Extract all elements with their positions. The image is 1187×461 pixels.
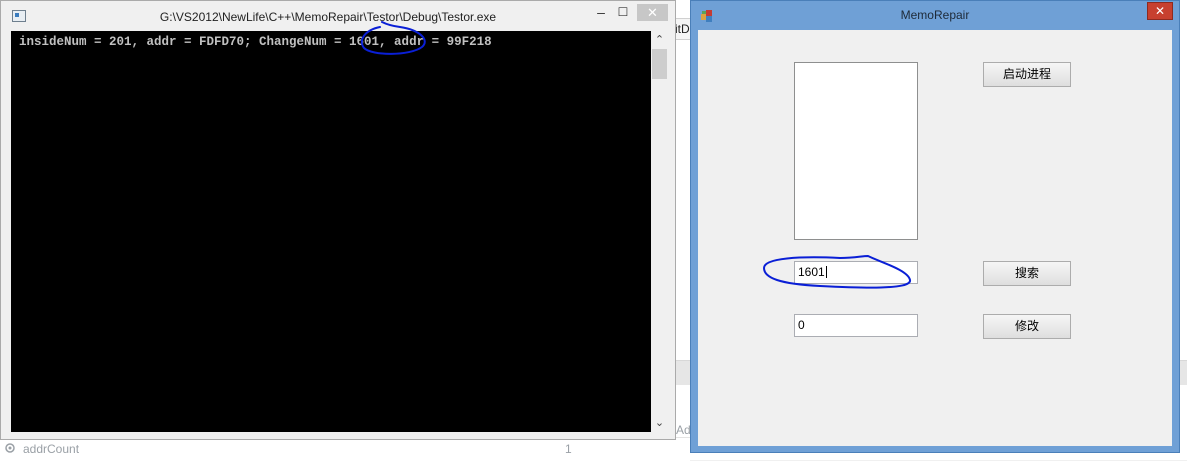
chevron-up-icon[interactable]: ⌃	[651, 33, 668, 47]
console-scrollbar[interactable]: ⌃ ⌄	[651, 31, 668, 432]
chevron-down-icon[interactable]: ⌄	[651, 416, 668, 430]
status-label: addrCount	[23, 442, 80, 456]
text-caret	[825, 266, 827, 278]
property-icon	[5, 443, 15, 453]
close-button[interactable]: ✕	[637, 4, 668, 21]
maximize-button[interactable]: ☐	[613, 4, 633, 20]
process-listbox[interactable]	[794, 62, 918, 240]
modify-input[interactable]: 0	[794, 314, 918, 337]
console-output[interactable]: insideNum = 201, addr = FDFD70; ChangeNu…	[11, 31, 651, 432]
dialog-title: MemoRepair	[900, 8, 970, 22]
search-input-value: 1601	[798, 265, 825, 279]
memorepair-dialog: MemoRepair ✕ 启动进程 1601 搜索 0 修改	[690, 0, 1180, 453]
console-title-bar[interactable]: G:\VS2012\NewLife\C++\MemoRepair\Testor\…	[1, 1, 675, 31]
modify-input-value: 0	[798, 318, 805, 332]
search-input[interactable]: 1601	[794, 261, 918, 284]
console-window: G:\VS2012\NewLife\C++\MemoRepair\Testor\…	[0, 0, 676, 440]
search-button[interactable]: 搜索	[983, 261, 1071, 286]
start-process-button[interactable]: 启动进程	[983, 62, 1071, 87]
scrollbar-thumb[interactable]	[652, 49, 667, 79]
status-value: 1	[565, 442, 572, 456]
console-output-line: insideNum = 201, addr = FDFD70; ChangeNu…	[19, 35, 492, 49]
dialog-close-button[interactable]: ✕	[1147, 2, 1173, 20]
modify-button[interactable]: 修改	[983, 314, 1071, 339]
dialog-client-area: 启动进程 1601 搜索 0 修改	[698, 30, 1172, 446]
minimize-button[interactable]: –	[591, 4, 611, 20]
console-title: G:\VS2012\NewLife\C++\MemoRepair\Testor\…	[159, 10, 497, 24]
properties-status-row: addrCount 1	[0, 437, 690, 461]
